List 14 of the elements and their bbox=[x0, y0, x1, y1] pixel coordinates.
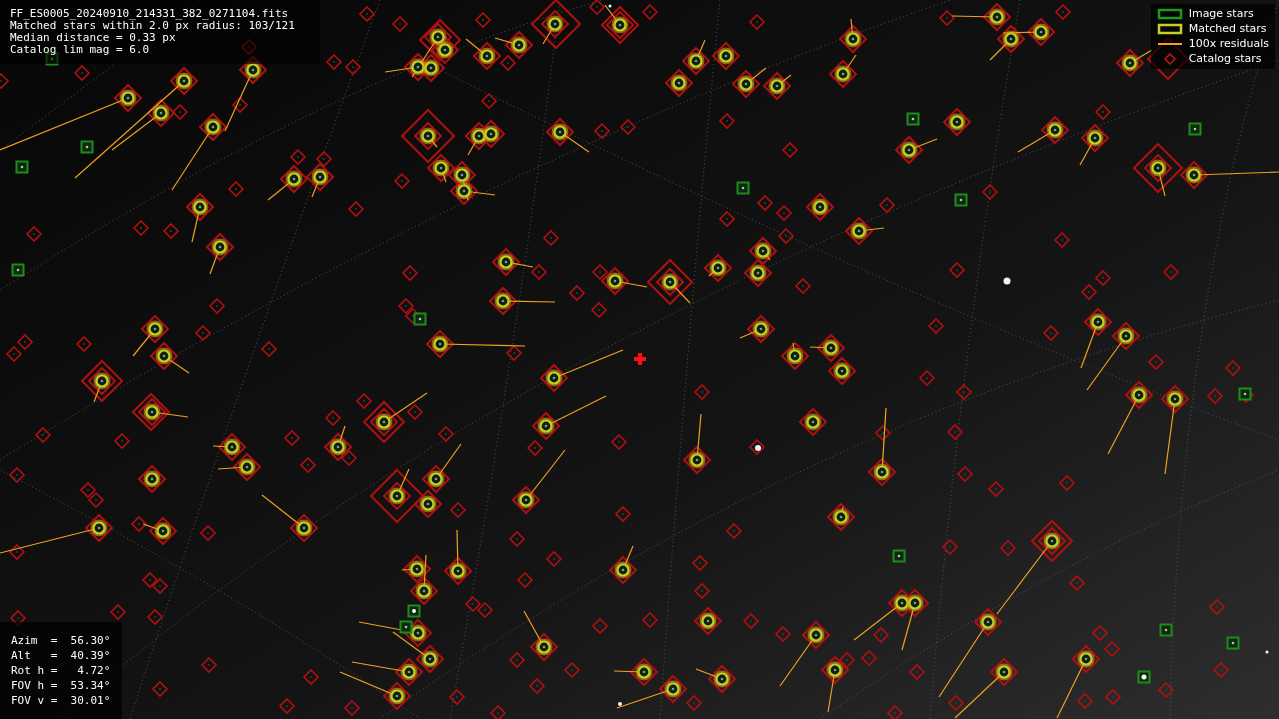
info-text-line: FF_ES0005_20240910_214331_382_0271104.fits bbox=[10, 8, 290, 20]
pointing-text-line: Rot h = 4.72° bbox=[11, 663, 111, 678]
legend-label: 100x residuals bbox=[1188, 37, 1269, 51]
legend-label: Image stars bbox=[1188, 7, 1254, 21]
pointing-text-line: FOV v = 30.01° bbox=[11, 693, 111, 708]
legend-label: Matched stars bbox=[1188, 22, 1267, 36]
center-cross-icon bbox=[634, 353, 646, 365]
pointing-text-line: Alt = 40.39° bbox=[11, 648, 111, 663]
info-text-line: Matched stars within 2.0 px radius: 103/121 bbox=[10, 20, 296, 32]
pointing-text-line: FOV h = 53.34° bbox=[11, 678, 111, 693]
info-text-line: Catalog lim mag = 6.0 bbox=[10, 44, 151, 56]
pointing-text-line: Azim = 56.30° bbox=[11, 633, 111, 648]
info-text-line: Median distance = 0.33 px bbox=[10, 32, 177, 44]
legend-label: Catalog stars bbox=[1188, 52, 1262, 66]
